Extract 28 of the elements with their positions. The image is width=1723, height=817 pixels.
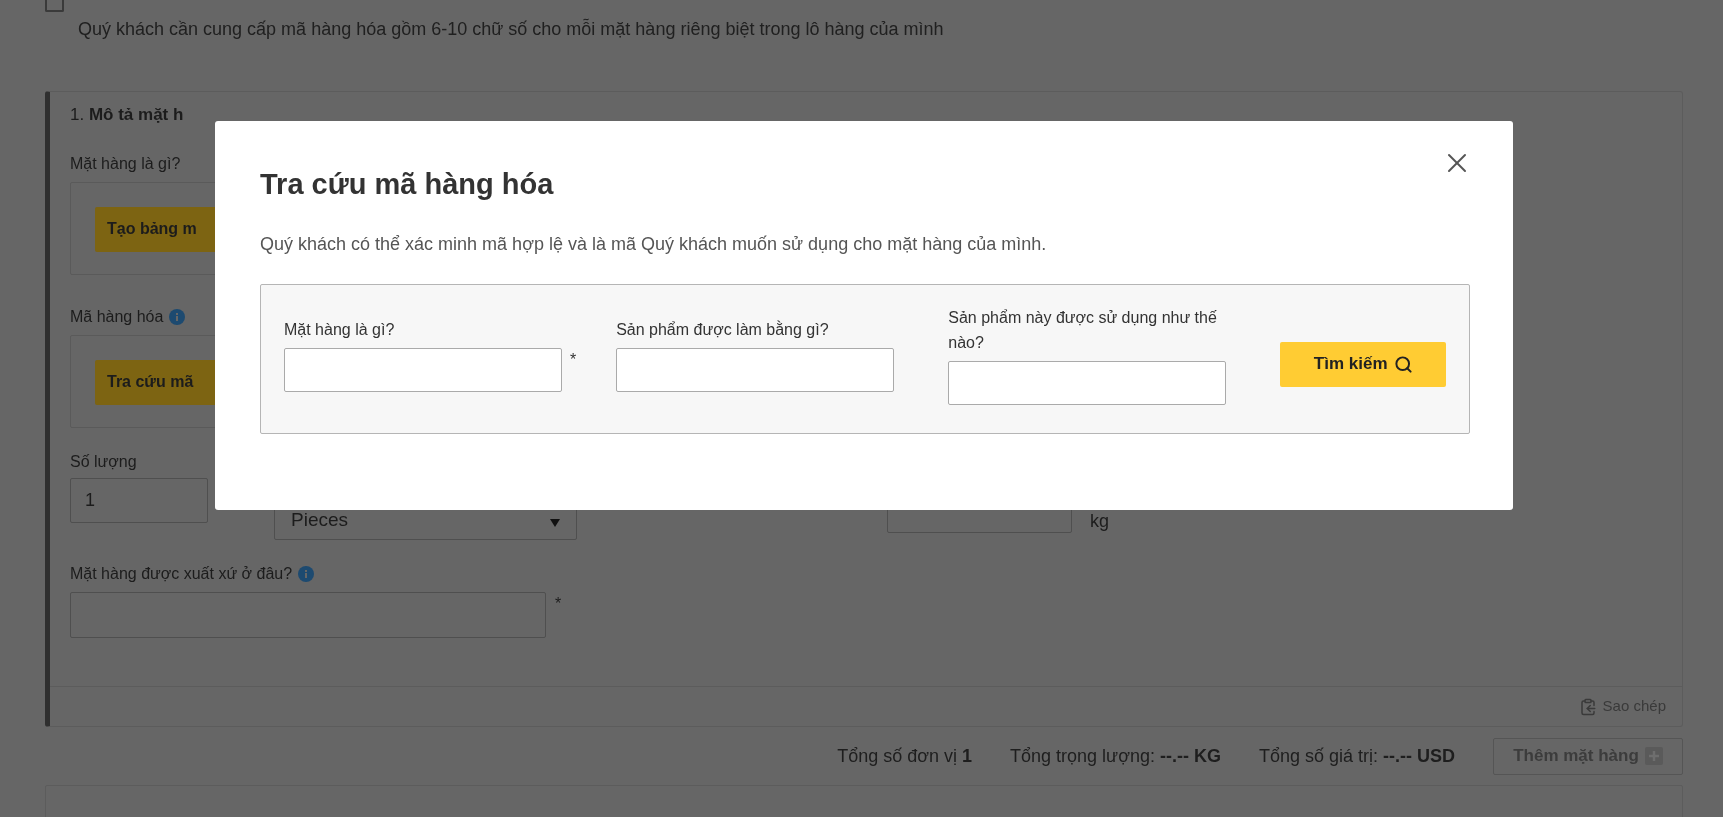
field-label: Mặt hàng là gì?: [284, 319, 396, 340]
required-mark: *: [570, 349, 577, 370]
field-label: Mặt hàng được xuất xứ ở đâu?: [70, 563, 293, 584]
field-label: Số lượng: [70, 451, 138, 472]
total-text: Tổng số giá trị: --.-- USD: [1258, 744, 1455, 768]
field-label: Sản phẩm được làm bằng gì?: [616, 319, 830, 340]
search-icon: [1393, 354, 1413, 374]
dialog-title: Tra cứu mã hàng hóa: [260, 167, 555, 202]
input-field[interactable]: [616, 347, 895, 392]
action-button[interactable]: Tra cứu mã: [95, 359, 217, 405]
field-label: Sản phẩm này được sử dụng như thế nào?: [948, 307, 1218, 353]
caret-icon: [550, 518, 560, 527]
field-label: Mã hàng hóa: [70, 306, 164, 327]
checkbox[interactable]: [45, 0, 64, 12]
total-text: Tổng số đơn vị 1: [837, 744, 973, 768]
input-field[interactable]: [948, 360, 1227, 405]
hint-text: Quý khách cần cung cấp mã hàng hóa gồm 6-10 chữ số cho mỗi mặt hàng riêng biệt trong lô hàng của mình: [78, 17, 945, 41]
required-mark: *: [555, 593, 562, 614]
action-button[interactable]: Tạo bảng m: [95, 206, 217, 252]
quantity-field[interactable]: 1: [70, 477, 208, 523]
clipboard-icon: [1578, 697, 1597, 716]
input-field[interactable]: [284, 347, 562, 392]
section-heading: 1. Mô tả mặt h: [70, 104, 185, 126]
dialog-description: Quý khách có thể xác minh mã hợp lệ và là mã Quý khách muốn sử dụng cho mặt hàng của mình.: [260, 232, 1048, 256]
search-button[interactable]: Tìm kiếm: [1280, 341, 1446, 387]
total-text: Tổng trọng lượng: --.-- KG: [1010, 744, 1221, 768]
unit-text: kg: [1090, 509, 1109, 533]
field-label: Mặt hàng là gì?: [70, 153, 181, 174]
